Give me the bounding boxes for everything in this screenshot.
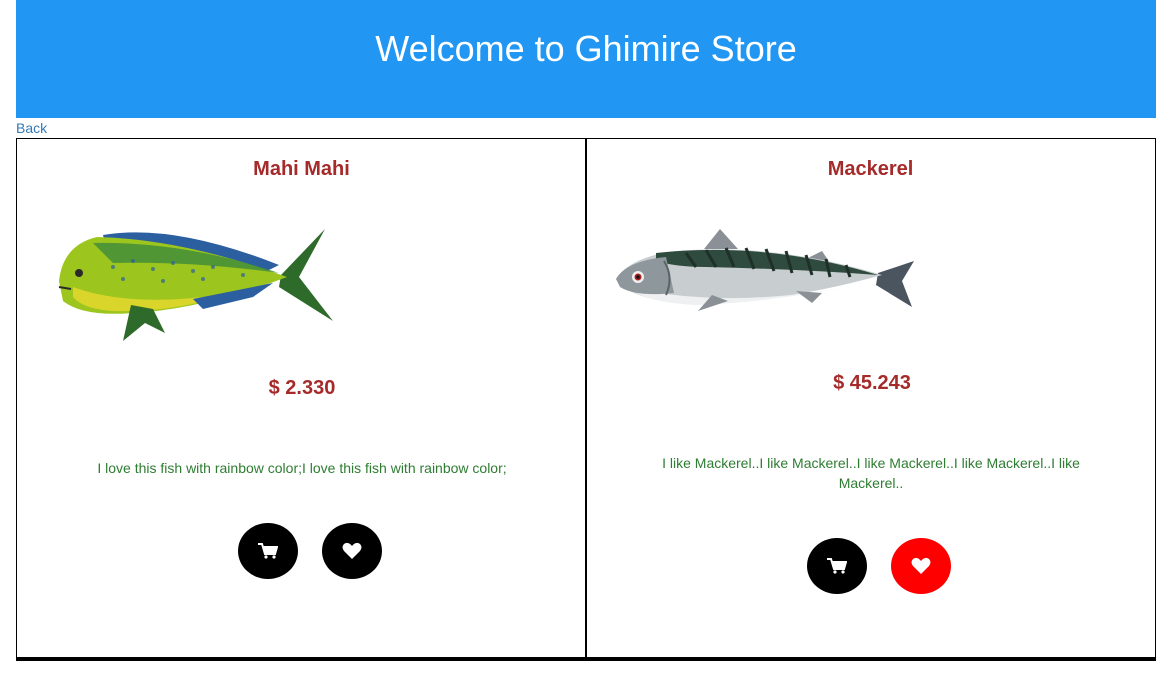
product-price: $ 45.243 xyxy=(833,372,911,394)
product-description: I like Mackerel..I like Mackerel..I like… xyxy=(662,455,1080,491)
cart-icon xyxy=(827,558,847,574)
favorite-button[interactable] xyxy=(891,538,951,594)
divider xyxy=(16,657,1156,659)
heart-icon xyxy=(911,557,931,574)
mackerel-fish-image xyxy=(616,229,914,311)
add-to-cart-button[interactable] xyxy=(238,523,298,579)
product-name: Mackerel xyxy=(827,158,914,180)
mahi-mahi-fish-image xyxy=(58,229,333,341)
heart-icon xyxy=(342,542,362,559)
add-to-cart-button[interactable] xyxy=(807,538,867,594)
product-grid: Mahi Mahi $ 2.330 I love this fish with … xyxy=(16,138,1156,678)
product-price: $ 2.330 xyxy=(268,377,336,399)
product-description: I love this fish with rainbow color;I lo… xyxy=(97,460,507,476)
product-name: Mahi Mahi xyxy=(253,158,350,180)
site-header: Welcome to Ghimire Store xyxy=(16,0,1156,118)
favorite-button[interactable] xyxy=(322,523,382,579)
product-card-mackerel: Mackerel $ 45.243 I like Mackerel..I lik… xyxy=(585,138,1156,661)
page-title: Welcome to Ghimire Store xyxy=(375,28,797,69)
product-card-mahi-mahi: Mahi Mahi $ 2.330 I love this fish with … xyxy=(16,138,587,661)
cart-icon xyxy=(258,543,278,559)
back-link[interactable]: Back xyxy=(16,120,47,136)
